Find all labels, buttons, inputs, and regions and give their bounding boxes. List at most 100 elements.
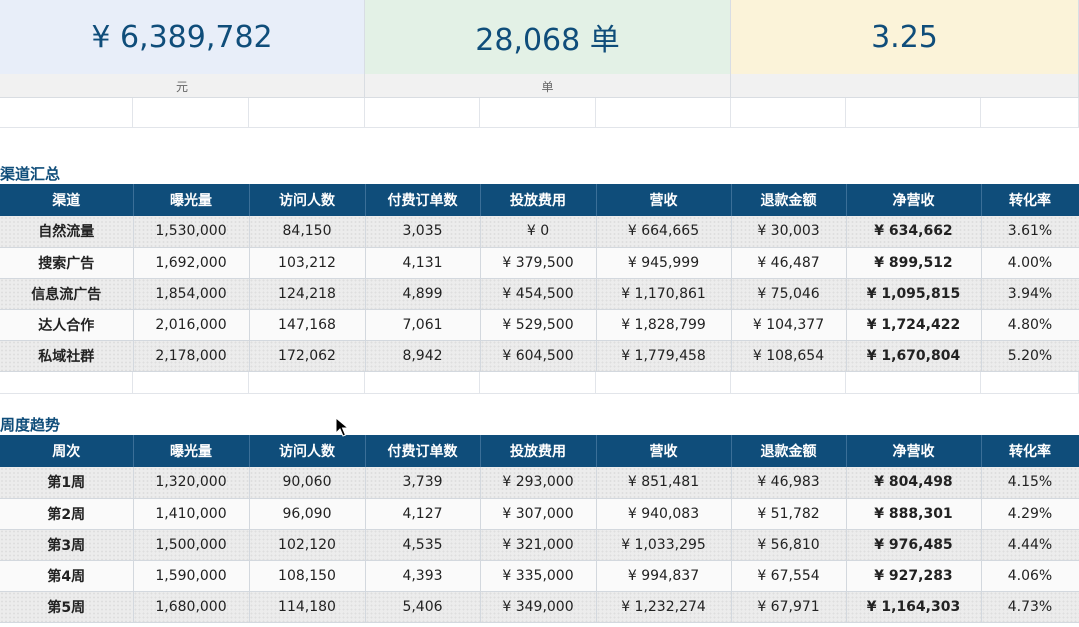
- cell-ad-spend[interactable]: ¥ 454,500: [480, 278, 597, 310]
- empty-cell[interactable]: [480, 98, 596, 127]
- empty-cell[interactable]: [133, 372, 249, 393]
- cell-label[interactable]: 第3周: [0, 529, 134, 561]
- cell-visitors[interactable]: 124,218: [249, 278, 366, 310]
- cell-visitors[interactable]: 103,212: [249, 247, 366, 279]
- cell-ad-spend[interactable]: ¥ 321,000: [480, 529, 597, 561]
- empty-cell[interactable]: [365, 98, 480, 127]
- column-header-label[interactable]: 周次: [0, 435, 134, 467]
- cell-conversion[interactable]: 4.15%: [981, 467, 1079, 499]
- empty-cell[interactable]: [0, 98, 133, 127]
- cell-ad-spend[interactable]: ¥ 529,500: [480, 309, 597, 341]
- cell-net-revenue[interactable]: ¥ 899,512: [846, 247, 982, 279]
- cell-paid-orders[interactable]: 8,942: [365, 340, 481, 372]
- empty-cell[interactable]: [133, 98, 249, 127]
- cell-label[interactable]: 信息流广告: [0, 278, 134, 310]
- cell-revenue[interactable]: ¥ 1,779,458: [596, 340, 732, 372]
- cell-ad-spend[interactable]: ¥ 293,000: [480, 467, 597, 499]
- cell-revenue[interactable]: ¥ 940,083: [596, 498, 732, 530]
- cell-net-revenue[interactable]: ¥ 976,485: [846, 529, 982, 561]
- cell-conversion[interactable]: 3.61%: [981, 216, 1079, 248]
- column-header-paid-orders[interactable]: 付费订单数: [365, 435, 481, 467]
- cell-impressions[interactable]: 1,500,000: [133, 529, 250, 561]
- cell-visitors[interactable]: 102,120: [249, 529, 366, 561]
- cell-paid-orders[interactable]: 5,406: [365, 591, 481, 623]
- cell-refund[interactable]: ¥ 56,810: [731, 529, 847, 561]
- cell-impressions[interactable]: 1,680,000: [133, 591, 250, 623]
- empty-cell[interactable]: [981, 372, 1079, 393]
- column-header-visitors[interactable]: 访问人数: [249, 435, 366, 467]
- column-header-label[interactable]: 渠道: [0, 184, 134, 216]
- empty-cell[interactable]: [480, 372, 596, 393]
- cell-visitors[interactable]: 96,090: [249, 498, 366, 530]
- cell-revenue[interactable]: ¥ 945,999: [596, 247, 732, 279]
- empty-cell[interactable]: [249, 98, 365, 127]
- cell-conversion[interactable]: 4.29%: [981, 498, 1079, 530]
- cell-conversion[interactable]: 4.00%: [981, 247, 1079, 279]
- cell-visitors[interactable]: 84,150: [249, 216, 366, 248]
- cell-refund[interactable]: ¥ 51,782: [731, 498, 847, 530]
- cell-conversion[interactable]: 4.73%: [981, 591, 1079, 623]
- cell-ad-spend[interactable]: ¥ 307,000: [480, 498, 597, 530]
- cell-paid-orders[interactable]: 3,035: [365, 216, 481, 248]
- cell-paid-orders[interactable]: 4,393: [365, 560, 481, 592]
- cell-revenue[interactable]: ¥ 1,232,274: [596, 591, 732, 623]
- cell-visitors[interactable]: 147,168: [249, 309, 366, 341]
- column-header-conversion[interactable]: 转化率: [981, 184, 1079, 216]
- column-header-net-revenue[interactable]: 净营收: [846, 435, 982, 467]
- empty-cell[interactable]: [365, 372, 480, 393]
- column-header-revenue[interactable]: 营收: [596, 435, 732, 467]
- cell-impressions[interactable]: 2,016,000: [133, 309, 250, 341]
- empty-cell[interactable]: [731, 98, 846, 127]
- cell-label[interactable]: 第1周: [0, 467, 134, 499]
- cell-conversion[interactable]: 3.94%: [981, 278, 1079, 310]
- cell-visitors[interactable]: 90,060: [249, 467, 366, 499]
- cell-net-revenue[interactable]: ¥ 1,670,804: [846, 340, 982, 372]
- cell-ad-spend[interactable]: ¥ 335,000: [480, 560, 597, 592]
- cell-visitors[interactable]: 114,180: [249, 591, 366, 623]
- empty-cell[interactable]: [846, 372, 981, 393]
- cell-ad-spend[interactable]: ¥ 379,500: [480, 247, 597, 279]
- empty-cell[interactable]: [0, 372, 133, 393]
- cell-refund[interactable]: ¥ 30,003: [731, 216, 847, 248]
- cell-impressions[interactable]: 1,692,000: [133, 247, 250, 279]
- cell-conversion[interactable]: 4.44%: [981, 529, 1079, 561]
- cell-visitors[interactable]: 108,150: [249, 560, 366, 592]
- cell-label[interactable]: 第2周: [0, 498, 134, 530]
- cell-ad-spend[interactable]: ¥ 0: [480, 216, 597, 248]
- empty-cell[interactable]: [846, 98, 981, 127]
- cell-net-revenue[interactable]: ¥ 1,164,303: [846, 591, 982, 623]
- cell-net-revenue[interactable]: ¥ 1,724,422: [846, 309, 982, 341]
- cell-refund[interactable]: ¥ 75,046: [731, 278, 847, 310]
- cell-label[interactable]: 私域社群: [0, 340, 134, 372]
- cell-conversion[interactable]: 4.06%: [981, 560, 1079, 592]
- cell-paid-orders[interactable]: 4,899: [365, 278, 481, 310]
- empty-cell[interactable]: [981, 98, 1079, 127]
- cell-label[interactable]: 达人合作: [0, 309, 134, 341]
- cell-impressions[interactable]: 2,178,000: [133, 340, 250, 372]
- cell-label[interactable]: 第4周: [0, 560, 134, 592]
- column-header-ad-spend[interactable]: 投放费用: [480, 184, 597, 216]
- cell-paid-orders[interactable]: 4,535: [365, 529, 481, 561]
- empty-cell[interactable]: [249, 372, 365, 393]
- cell-conversion[interactable]: 4.80%: [981, 309, 1079, 341]
- column-header-visitors[interactable]: 访问人数: [249, 184, 366, 216]
- cell-label[interactable]: 第5周: [0, 591, 134, 623]
- cell-net-revenue[interactable]: ¥ 804,498: [846, 467, 982, 499]
- cell-refund[interactable]: ¥ 46,983: [731, 467, 847, 499]
- cell-refund[interactable]: ¥ 108,654: [731, 340, 847, 372]
- column-header-impressions[interactable]: 曝光量: [133, 435, 250, 467]
- cell-revenue[interactable]: ¥ 851,481: [596, 467, 732, 499]
- cell-net-revenue[interactable]: ¥ 634,662: [846, 216, 982, 248]
- cell-label[interactable]: 自然流量: [0, 216, 134, 248]
- empty-cell[interactable]: [596, 372, 731, 393]
- cell-impressions[interactable]: 1,410,000: [133, 498, 250, 530]
- cell-net-revenue[interactable]: ¥ 1,095,815: [846, 278, 982, 310]
- cell-label[interactable]: 搜索广告: [0, 247, 134, 279]
- column-header-refund[interactable]: 退款金额: [731, 435, 847, 467]
- cell-refund[interactable]: ¥ 67,971: [731, 591, 847, 623]
- cell-net-revenue[interactable]: ¥ 888,301: [846, 498, 982, 530]
- cell-net-revenue[interactable]: ¥ 927,283: [846, 560, 982, 592]
- cell-revenue[interactable]: ¥ 1,033,295: [596, 529, 732, 561]
- cell-visitors[interactable]: 172,062: [249, 340, 366, 372]
- cell-refund[interactable]: ¥ 104,377: [731, 309, 847, 341]
